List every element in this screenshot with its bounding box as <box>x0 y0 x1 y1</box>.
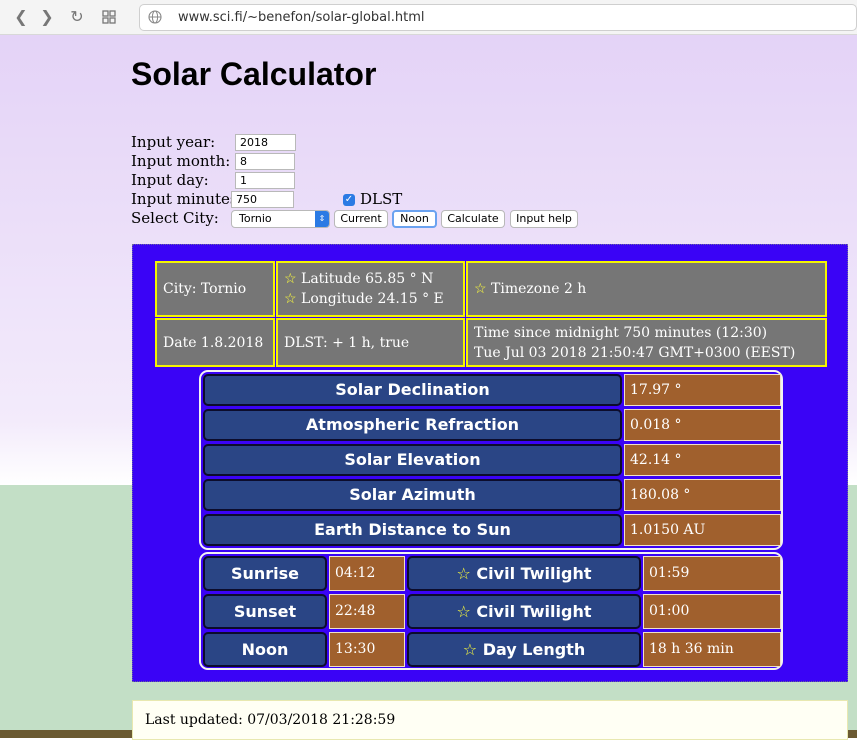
solar-declination-value: 17.97 ° <box>624 374 781 406</box>
solar-data-group: Solar Declination 17.97 ° Atmospheric Re… <box>199 370 783 550</box>
month-input[interactable] <box>235 153 295 170</box>
latitude-text: Latitude 65.85 ° N <box>301 271 434 287</box>
address-bar[interactable]: www.sci.fi/~benefon/solar-global.html <box>139 4 857 31</box>
results-panel: City: Tornio ☆ Latitude 65.85 ° N ☆ Long… <box>132 244 848 682</box>
star-icon: ☆ <box>284 271 297 287</box>
star-icon: ☆ <box>456 602 471 621</box>
civil-twilight-evening-value: 01:00 <box>643 594 781 629</box>
day-input[interactable] <box>235 172 295 189</box>
solar-declination-label: Solar Declination <box>203 374 622 406</box>
sunset-label: Sunset <box>203 594 327 629</box>
forward-icon[interactable]: ❯ <box>38 8 56 26</box>
calculate-button[interactable]: Calculate <box>441 210 505 228</box>
sunrise-value: 04:12 <box>329 556 405 591</box>
day-length-value: 18 h 36 min <box>643 632 781 667</box>
date-cell: Date 1.8.2018 <box>155 318 275 367</box>
earth-distance-label: Earth Distance to Sun <box>203 514 622 546</box>
date-text: Date 1.8.2018 <box>163 334 264 351</box>
datetime-text: Tue Jul 03 2018 21:50:47 GMT+0300 (EEST) <box>474 344 796 361</box>
time-cell: Time since midnight 750 minutes (12:30) … <box>466 318 827 367</box>
dlst-cell: DLST: + 1 h, true <box>276 318 465 367</box>
solar-elevation-label: Solar Elevation <box>203 444 622 476</box>
timezone-text: Timezone 2 h <box>491 281 587 297</box>
day-label: Input day: <box>131 171 209 189</box>
solar-azimuth-value: 180.08 ° <box>624 479 781 511</box>
sun-times-group: Sunrise 04:12 ☆ Civil Twilight 01:59 Sun… <box>199 552 783 670</box>
city-cell: City: Tornio <box>155 261 275 317</box>
dlst-checkbox[interactable]: ✓ <box>343 194 355 206</box>
city-select-value: Tornio <box>239 212 272 225</box>
sunset-value: 22:48 <box>329 594 405 629</box>
timezone-cell: ☆ Timezone 2 h <box>466 261 827 317</box>
noon-button[interactable]: Noon <box>392 210 437 228</box>
time-minutes-text: Time since midnight 750 minutes (12:30) <box>474 324 768 341</box>
city-text: City: Tornio <box>163 281 247 297</box>
atmospheric-refraction-label: Atmospheric Refraction <box>203 409 622 441</box>
city-label: Select City: <box>131 209 219 227</box>
minutes-input[interactable] <box>231 191 294 208</box>
globe-icon <box>148 10 162 24</box>
noon-value: 13:30 <box>329 632 405 667</box>
last-updated-text: Last updated: 07/03/2018 21:28:59 <box>145 712 396 728</box>
day-length-label: ☆ Day Length <box>407 632 641 667</box>
select-arrows-icon: ⇕ <box>315 211 329 227</box>
earth-distance-value: 1.0150 AU <box>624 514 781 546</box>
page-title: Solar Calculator <box>131 56 377 92</box>
grid-icon[interactable] <box>100 8 118 26</box>
civil-twilight-morning-value: 01:59 <box>643 556 781 591</box>
star-icon: ☆ <box>456 564 471 583</box>
star-icon: ☆ <box>462 640 478 659</box>
longitude-text: Longitude 24.15 ° E <box>301 291 444 307</box>
star-icon: ☆ <box>284 291 297 307</box>
month-label: Input month: <box>131 152 231 170</box>
civil-twilight-morning-label: ☆ Civil Twilight <box>407 556 641 591</box>
year-input[interactable] <box>235 134 296 151</box>
year-label: Input year: <box>131 133 216 151</box>
city-select[interactable]: Tornio ⇕ <box>231 210 330 228</box>
atmospheric-refraction-value: 0.018 ° <box>624 409 781 441</box>
solar-azimuth-label: Solar Azimuth <box>203 479 622 511</box>
reload-icon[interactable]: ↻ <box>68 8 86 26</box>
solar-elevation-value: 42.14 ° <box>624 444 781 476</box>
dlst-text: DLST: + 1 h, true <box>284 334 410 351</box>
browser-toolbar: ❮ ❯ ↻ www.sci.fi/~benefon/solar-global.h… <box>0 0 857 35</box>
current-button[interactable]: Current <box>334 210 388 228</box>
noon-label: Noon <box>203 632 327 667</box>
coordinates-cell: ☆ Latitude 65.85 ° N ☆ Longitude 24.15 °… <box>276 261 465 317</box>
civil-twilight-evening-label: ☆ Civil Twilight <box>407 594 641 629</box>
dlst-label: DLST <box>360 190 403 208</box>
input-help-button[interactable]: Input help <box>510 210 578 228</box>
star-icon: ☆ <box>474 281 487 297</box>
back-icon[interactable]: ❮ <box>12 8 30 26</box>
last-updated-box: Last updated: 07/03/2018 21:28:59 <box>132 700 848 740</box>
minutes-label: Input minutes: <box>131 190 243 208</box>
url-text: www.sci.fi/~benefon/solar-global.html <box>178 10 425 25</box>
sunrise-label: Sunrise <box>203 556 327 591</box>
